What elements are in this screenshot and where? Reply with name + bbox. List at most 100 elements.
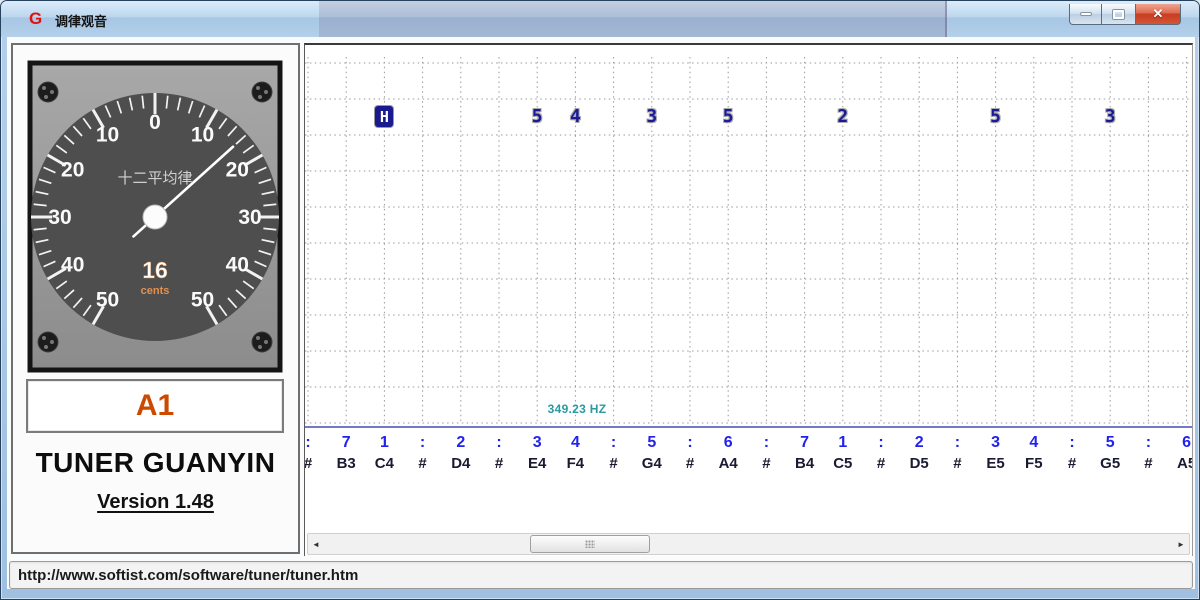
note-column: : # (594, 432, 634, 474)
maximize-icon (1113, 9, 1124, 19)
scale-degree-label: 2 (456, 434, 466, 451)
note-name-label: # (685, 455, 695, 472)
harmonic-marker: 5 (990, 106, 1002, 127)
harmonic-marker: 2 (837, 106, 849, 127)
scale-degree-label: : (954, 434, 961, 451)
minimize-button[interactable] (1069, 4, 1102, 25)
svg-text:十二平均律: 十二平均律 (117, 170, 192, 187)
note-column: : # (403, 432, 443, 474)
needle-hub (142, 204, 168, 230)
svg-text:50: 50 (191, 288, 214, 311)
note-name-label: E5 (986, 455, 1005, 472)
version-link[interactable]: Version 1.48 (13, 491, 298, 514)
note-name-label: B3 (336, 455, 356, 472)
keyboard-divider (305, 426, 1192, 428)
harmonic-marker: 3 (646, 106, 658, 127)
scale-degree-label: 5 (1105, 434, 1115, 451)
harmonic-marker: H (375, 106, 394, 127)
note-name-label: C4 (374, 455, 394, 472)
scale-degree-label: : (305, 434, 311, 451)
scale-degree-label: 4 (570, 434, 580, 451)
note-name-label: # (762, 455, 771, 472)
note-column: : # (1128, 432, 1168, 474)
note-name-label: A4 (718, 455, 738, 472)
svg-text:10: 10 (96, 124, 119, 147)
maximize-button[interactable] (1102, 4, 1135, 25)
spectrum-grid (305, 57, 1192, 424)
scale-degree-label: 3 (532, 434, 542, 451)
harmonic-marker: 3 (1104, 106, 1116, 127)
window-controls: ✕ (1069, 4, 1181, 25)
app-icon: G (29, 9, 43, 28)
note-name-label: # (1067, 455, 1077, 472)
svg-text:30: 30 (48, 206, 71, 229)
window-title: 调律观音 (55, 14, 108, 29)
note-column: 3 E4 (517, 432, 557, 474)
note-column: 6 A4 (708, 432, 748, 474)
svg-text:10: 10 (191, 124, 214, 147)
scale-degree-label: 7 (341, 434, 351, 451)
note-name-label: # (304, 455, 313, 472)
title-bar[interactable]: G 调律观音 ✕ (1, 1, 1199, 37)
note-name-label: B4 (795, 455, 815, 472)
titlebar-glass-shade (319, 1, 947, 37)
svg-text:20: 20 (226, 159, 249, 182)
scroll-left-arrow[interactable]: ◄ (308, 534, 324, 554)
scroll-right-arrow[interactable]: ► (1173, 534, 1189, 554)
note-column: : # (670, 432, 710, 474)
scale-degree-label: 3 (991, 434, 1001, 451)
note-column: : # (861, 432, 901, 474)
note-column: 2 D5 (899, 432, 939, 474)
scale-degree-label: : (610, 434, 617, 451)
note-display: A1 (26, 379, 284, 433)
status-bar: http://www.softist.com/software/tuner/tu… (9, 561, 1193, 589)
note-name-label: D5 (909, 455, 929, 472)
scale-degree-label: 1 (379, 434, 389, 451)
note-name-label: A5 (1177, 455, 1192, 472)
scale-degree-label: : (1069, 434, 1075, 451)
spectrum-panel: 349.23 HZ ◄ ► H 5 4 3 5 2 5 3: #7 B3 1 C4: #2 D4: #3 E4… (304, 43, 1193, 556)
scale-degree-label: : (1145, 434, 1152, 451)
scale-degree-label: 7 (800, 434, 810, 451)
scrollbar-grip-icon (585, 540, 595, 548)
note-name-label: D4 (451, 455, 471, 472)
note-name-label: # (418, 455, 427, 472)
svg-text:40: 40 (226, 254, 249, 277)
note-column: : # (1052, 432, 1092, 474)
svg-text:16: 16 (142, 257, 168, 283)
svg-text:40: 40 (61, 254, 84, 277)
note-name-label: # (876, 455, 886, 472)
cents-gauge: 0 10 10 20 20 30 30 40 40 50 50 十二平均律 16 cents (26, 59, 284, 374)
scale-degree-label: : (687, 434, 693, 451)
harmonic-marker: 5 (531, 106, 543, 127)
close-icon: ✕ (1152, 6, 1164, 21)
scale-degree-label: 2 (914, 434, 924, 451)
scale-degree-label: 6 (1182, 434, 1192, 451)
svg-text:50: 50 (96, 288, 119, 311)
scale-degree-label: 4 (1029, 434, 1039, 451)
current-note: A1 (135, 389, 175, 422)
note-name-label: # (494, 455, 504, 472)
note-column: 1 C5 (823, 432, 863, 474)
note-name-label: G4 (641, 455, 662, 472)
note-column: : # (746, 432, 786, 474)
note-name-label: # (953, 455, 962, 472)
scrollbar-thumb[interactable] (530, 535, 650, 553)
gauge-svg: 0 10 10 20 20 30 30 40 40 50 50 十二平均律 16 cents (27, 60, 283, 373)
note-column: 7 B3 (326, 432, 366, 474)
close-button[interactable]: ✕ (1135, 4, 1181, 25)
horizontal-scrollbar[interactable]: ◄ ► (307, 533, 1190, 555)
note-column: 1 C4 (364, 432, 404, 474)
app-window: G 调律观音 ✕ 0 10 10 20 20 30 30 40 40 50 50… (0, 0, 1200, 600)
svg-text:20: 20 (61, 159, 84, 182)
scale-degree-label: 5 (647, 434, 657, 451)
scale-degree-label: : (878, 434, 884, 451)
scale-degree-label: 1 (838, 434, 848, 451)
scale-degree-label: : (419, 434, 426, 451)
scale-degree-label: : (763, 434, 770, 451)
note-column: : # (479, 432, 519, 474)
scale-degree-label: : (496, 434, 502, 451)
note-name-label: F5 (1025, 455, 1043, 472)
svg-text:30: 30 (238, 206, 261, 229)
note-column: 7 B4 (785, 432, 825, 474)
